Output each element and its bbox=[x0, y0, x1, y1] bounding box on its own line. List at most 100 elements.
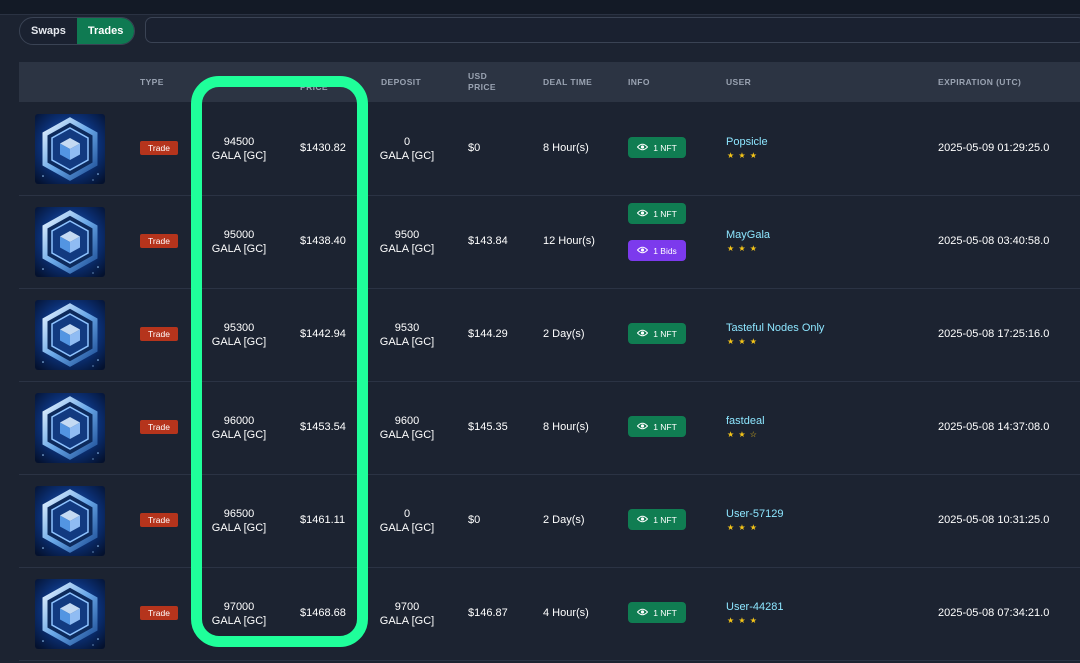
col-user: USER bbox=[726, 77, 752, 87]
price: $1453.54 bbox=[300, 421, 346, 433]
deposit: 9530 GALA [GC] bbox=[372, 321, 442, 349]
node-cube-icon[interactable] bbox=[35, 207, 105, 277]
table-row[interactable]: Trade 94500 GALA [GC] $1430.82 0 GALA [GC] $0 8… bbox=[19, 102, 1080, 196]
price: $1468.68 bbox=[300, 607, 346, 619]
usd-price: $146.87 bbox=[468, 607, 508, 619]
col-usd-price-line2: PRICE bbox=[468, 82, 496, 92]
price: $1438.40 bbox=[300, 235, 346, 247]
amount: 96000 GALA [GC] bbox=[204, 414, 274, 442]
price: $1442.94 bbox=[300, 328, 346, 340]
table-header: TYPE PRICE DEPOSIT USD PRICE DEAL TIME I… bbox=[19, 62, 1080, 102]
expiration: 2025-05-08 10:31:25.0 bbox=[938, 514, 1050, 526]
deposit-value: 0 bbox=[403, 508, 411, 520]
deposit: 0 GALA [GC] bbox=[372, 135, 442, 163]
usd-price: $0 bbox=[468, 514, 481, 526]
view-nft-label: 1 NFT bbox=[653, 208, 677, 219]
amount-value: 94500 bbox=[223, 136, 255, 148]
user-link[interactable]: Popsicle bbox=[726, 136, 768, 148]
amount-currency: GALA [GC] bbox=[211, 336, 267, 348]
eye-icon bbox=[637, 329, 649, 339]
view-nft-label: 1 NFT bbox=[653, 142, 677, 153]
price: $1461.11 bbox=[300, 514, 346, 526]
amount-currency: GALA [GC] bbox=[211, 615, 267, 627]
trade-badge: Trade bbox=[140, 606, 178, 620]
table-row[interactable]: Trade 97000 GALA [GC] $1468.68 9700 GALA [GC]… bbox=[19, 567, 1080, 661]
col-usd-price-line1: USD bbox=[468, 71, 488, 81]
node-cube-icon[interactable] bbox=[35, 486, 105, 556]
view-nft-button[interactable]: 1 NFT bbox=[628, 137, 686, 158]
deal-time: 2 Day(s) bbox=[543, 328, 585, 340]
eye-icon bbox=[637, 143, 649, 153]
usd-price: $145.35 bbox=[468, 421, 508, 433]
deposit-currency: GALA [GC] bbox=[379, 243, 435, 255]
amount-currency: GALA [GC] bbox=[211, 150, 267, 162]
deal-time: 4 Hour(s) bbox=[543, 607, 589, 619]
deposit: 0 GALA [GC] bbox=[372, 507, 442, 535]
col-usd-price: USD PRICE bbox=[468, 71, 496, 93]
view-tabs: Swaps Trades bbox=[19, 17, 136, 45]
table-row[interactable]: Trade 96000 GALA [GC] $1453.54 9600 GALA [GC]… bbox=[19, 381, 1080, 475]
view-nft-label: 1 NFT bbox=[653, 514, 677, 525]
deal-time: 12 Hour(s) bbox=[543, 235, 595, 247]
view-bids-label: 1 Bids bbox=[653, 245, 677, 256]
view-nft-button[interactable]: 1 NFT bbox=[628, 509, 686, 530]
view-nft-button[interactable]: 1 NFT bbox=[628, 416, 686, 437]
user-link[interactable]: User-44281 bbox=[726, 601, 783, 613]
table-row[interactable]: Trade 95300 GALA [GC] $1442.94 9530 GALA [GC]… bbox=[19, 288, 1080, 382]
amount-value: 95300 bbox=[223, 322, 255, 334]
deposit: 9500 GALA [GC] bbox=[372, 228, 442, 256]
deal-time: 2 Day(s) bbox=[543, 514, 585, 526]
col-price: PRICE bbox=[300, 82, 328, 92]
search-input[interactable] bbox=[145, 17, 1080, 43]
view-bids-button[interactable]: 1 Bids bbox=[628, 240, 686, 261]
col-deposit: DEPOSIT bbox=[381, 77, 422, 87]
col-type: TYPE bbox=[140, 77, 164, 87]
user-rating: ★ ★ ★ bbox=[727, 337, 758, 346]
eye-icon bbox=[637, 209, 649, 219]
node-cube-icon[interactable] bbox=[35, 579, 105, 649]
trade-badge: Trade bbox=[140, 327, 178, 341]
view-nft-button[interactable]: 1 NFT bbox=[628, 602, 686, 623]
deposit-value: 9600 bbox=[394, 415, 420, 427]
deposit-value: 9500 bbox=[394, 229, 420, 241]
amount: 95300 GALA [GC] bbox=[204, 321, 274, 349]
view-nft-button[interactable]: 1 NFT bbox=[628, 323, 686, 344]
eye-icon bbox=[637, 422, 649, 432]
deposit-currency: GALA [GC] bbox=[379, 336, 435, 348]
amount: 94500 GALA [GC] bbox=[204, 135, 274, 163]
amount: 96500 GALA [GC] bbox=[204, 507, 274, 535]
user-link[interactable]: fastdeal bbox=[726, 415, 765, 427]
table-row[interactable]: Trade 96500 GALA [GC] $1461.11 0 GALA [GC] $0 2… bbox=[19, 474, 1080, 568]
view-nft-label: 1 NFT bbox=[653, 328, 677, 339]
user-rating: ★ ★ ★ bbox=[727, 244, 758, 253]
user-link[interactable]: Tasteful Nodes Only bbox=[726, 322, 824, 334]
user-link[interactable]: User-57129 bbox=[726, 508, 783, 520]
deposit-value: 9700 bbox=[394, 601, 420, 613]
view-nft-label: 1 NFT bbox=[653, 607, 677, 618]
amount-value: 97000 bbox=[223, 601, 255, 613]
user-rating: ★ ★ ★ bbox=[727, 151, 758, 160]
col-info: INFO bbox=[628, 77, 650, 87]
tab-swaps[interactable]: Swaps bbox=[20, 18, 77, 44]
user-link[interactable]: MayGala bbox=[726, 229, 770, 241]
view-nft-button[interactable]: 1 NFT bbox=[628, 203, 686, 224]
usd-price: $0 bbox=[468, 142, 481, 154]
deposit-currency: GALA [GC] bbox=[379, 522, 435, 534]
expiration: 2025-05-08 07:34:21.0 bbox=[938, 607, 1050, 619]
table-row[interactable]: Trade 95000 GALA [GC] $1438.40 9500 GALA [GC]… bbox=[19, 195, 1080, 289]
node-cube-icon[interactable] bbox=[35, 114, 105, 184]
amount-value: 96500 bbox=[223, 508, 255, 520]
deposit: 9600 GALA [GC] bbox=[372, 414, 442, 442]
deal-time: 8 Hour(s) bbox=[543, 142, 589, 154]
expiration: 2025-05-08 03:40:58.0 bbox=[938, 235, 1050, 247]
eye-icon bbox=[637, 515, 649, 525]
trade-badge: Trade bbox=[140, 141, 178, 155]
expiration: 2025-05-09 01:29:25.0 bbox=[938, 142, 1050, 154]
tab-trades[interactable]: Trades bbox=[76, 18, 135, 44]
node-cube-icon[interactable] bbox=[35, 300, 105, 370]
amount-value: 95000 bbox=[223, 229, 255, 241]
user-rating: ★ ★ ☆ bbox=[727, 430, 758, 439]
price: $1430.82 bbox=[300, 142, 346, 154]
node-cube-icon[interactable] bbox=[35, 393, 105, 463]
amount-currency: GALA [GC] bbox=[211, 429, 267, 441]
